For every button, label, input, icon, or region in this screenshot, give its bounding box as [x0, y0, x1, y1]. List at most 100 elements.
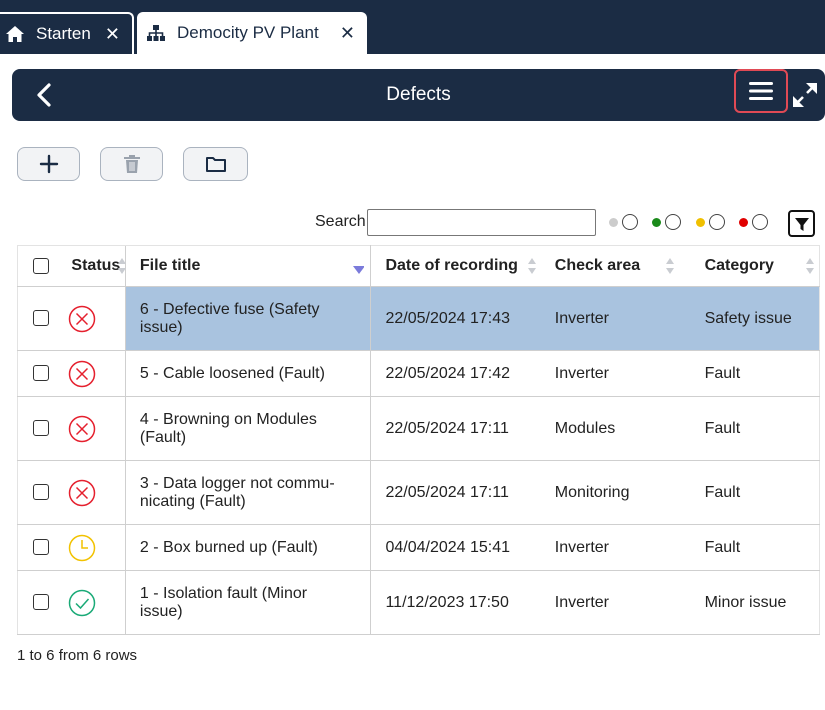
column-header-status[interactable]: Status: [63, 245, 126, 287]
table-row[interactable]: 2 - Box burned up (Fault) 04/04/2024 15:…: [17, 524, 820, 571]
tab-starten[interactable]: Starten ✕: [0, 12, 134, 54]
plus-icon: [39, 154, 58, 174]
sort-icon: [527, 258, 536, 274]
filter-status-none[interactable]: [609, 214, 638, 230]
radio-icon: [709, 214, 725, 230]
fullscreen-button[interactable]: [791, 81, 819, 109]
sitemap-icon: [145, 24, 167, 42]
select-all-checkbox[interactable]: [32, 257, 49, 274]
column-label: Check area: [554, 257, 641, 274]
radio-icon: [752, 214, 768, 230]
column-header-category[interactable]: Category: [690, 245, 820, 287]
file-title-line: issue): [139, 318, 183, 336]
delete-button[interactable]: [100, 147, 163, 181]
filter-status-ok[interactable]: [652, 214, 681, 230]
row-select-cell: [17, 396, 64, 461]
column-header-date[interactable]: Date of recording: [370, 245, 541, 287]
close-icon[interactable]: ✕: [340, 23, 355, 44]
page-title: Defects: [386, 84, 451, 105]
file-title-line: 6 - Defective fuse (Safety: [139, 300, 320, 318]
file-title-cell: 1 - Isolation fault (Minor issue): [124, 570, 372, 635]
row-checkbox[interactable]: [32, 539, 49, 556]
check-area-cell: Inverter: [540, 286, 691, 351]
row-select-cell: [17, 460, 64, 525]
check-area-cell: Inverter: [540, 350, 691, 397]
category-cell: Safety issue: [690, 286, 820, 351]
error-status-icon: [69, 360, 96, 387]
search-label: Search: [315, 213, 366, 230]
file-title-line: nicating (Fault): [139, 492, 246, 510]
close-icon[interactable]: ✕: [105, 24, 120, 45]
row-checkbox[interactable]: [32, 310, 49, 327]
filter-status-pending[interactable]: [696, 214, 725, 230]
file-title-line: issue): [139, 602, 183, 620]
file-title-cell: 2 - Box burned up (Fault): [124, 524, 372, 571]
table-row[interactable]: 6 - Defective fuse (Safety issue) 22/05/2…: [17, 286, 820, 351]
row-select-cell: [17, 524, 64, 571]
page-header: Defects: [12, 69, 825, 121]
home-icon: [4, 25, 26, 43]
dot-icon: [652, 217, 661, 227]
check-area-cell: Modules: [540, 396, 691, 461]
tab-democity-pv-plant[interactable]: Democity PV Plant ✕: [137, 12, 367, 54]
date-cell: 04/04/2024 15:41: [370, 524, 541, 571]
table-row[interactable]: 1 - Isolation fault (Minor issue) 11/12/2…: [17, 570, 820, 635]
file-title-line: 5 - Cable loosened (Fault): [139, 364, 325, 382]
status-cell: [63, 524, 126, 571]
category-cell: Fault: [690, 396, 820, 461]
category-cell: Fault: [690, 524, 820, 571]
status-cell: [63, 460, 126, 525]
row-checkbox[interactable]: [32, 420, 49, 437]
status-cell: [63, 350, 126, 397]
column-header-check-area[interactable]: Check area: [540, 245, 691, 287]
menu-button[interactable]: [734, 69, 788, 113]
status-cell: [63, 286, 126, 351]
category-cell: Minor issue: [690, 570, 820, 635]
column-label: Category: [704, 257, 774, 274]
status-cell: [63, 396, 126, 461]
table-row[interactable]: 5 - Cable loosened (Fault) 22/05/2024 17…: [17, 350, 820, 397]
check-status-icon: [69, 589, 96, 616]
add-button[interactable]: [17, 147, 80, 181]
date-cell: 22/05/2024 17:43: [370, 286, 541, 351]
row-select-cell: [17, 286, 64, 351]
status-cell: [63, 570, 126, 635]
filter-button[interactable]: [788, 210, 815, 237]
radio-icon: [622, 214, 638, 230]
funnel-icon: [794, 217, 809, 231]
sort-descending-icon: [353, 266, 365, 274]
dot-icon: [696, 217, 705, 227]
column-label: Status: [71, 257, 121, 274]
column-label: Date of recording: [385, 257, 518, 274]
row-checkbox[interactable]: [32, 484, 49, 501]
file-title-cell: 3 - Data logger not commu-nicating (Faul…: [124, 460, 372, 525]
expand-icon: [793, 83, 817, 107]
table-row[interactable]: 4 - Browning on Modules (Fault) 22/05/202…: [17, 396, 820, 461]
file-title-line: 4 - Browning on Modules: [139, 410, 317, 428]
check-area-cell: Inverter: [540, 524, 691, 571]
table-row[interactable]: 3 - Data logger not commu-nicating (Faul…: [17, 460, 820, 525]
defects-table: Status File title Date of recording Chec…: [17, 245, 820, 635]
error-status-icon: [69, 479, 96, 506]
column-header-file-title[interactable]: File title: [124, 245, 372, 287]
hamburger-icon: [749, 82, 773, 100]
column-label: File title: [139, 257, 201, 274]
clock-status-icon: [69, 534, 96, 561]
check-area-cell: Inverter: [540, 570, 691, 635]
table-header-row: Status File title Date of recording Chec…: [17, 245, 820, 287]
dot-icon: [739, 217, 748, 227]
row-checkbox[interactable]: [32, 365, 49, 382]
file-title-line: (Fault): [139, 428, 187, 446]
category-cell: Fault: [690, 350, 820, 397]
row-checkbox[interactable]: [32, 594, 49, 611]
filter-status-defect[interactable]: [739, 214, 768, 230]
error-status-icon: [69, 305, 96, 332]
search-input[interactable]: [367, 209, 596, 236]
file-title-line: 2 - Box burned up (Fault): [139, 538, 318, 556]
tab-bar: Starten ✕ Democity PV Plant ✕: [0, 0, 825, 54]
file-title-line: 1 - Isolation fault (Minor: [139, 584, 308, 602]
row-select-cell: [17, 350, 64, 397]
category-cell: Fault: [690, 460, 820, 525]
folder-button[interactable]: [183, 147, 248, 181]
pagination-info: 1 to 6 from 6 rows: [17, 647, 138, 664]
